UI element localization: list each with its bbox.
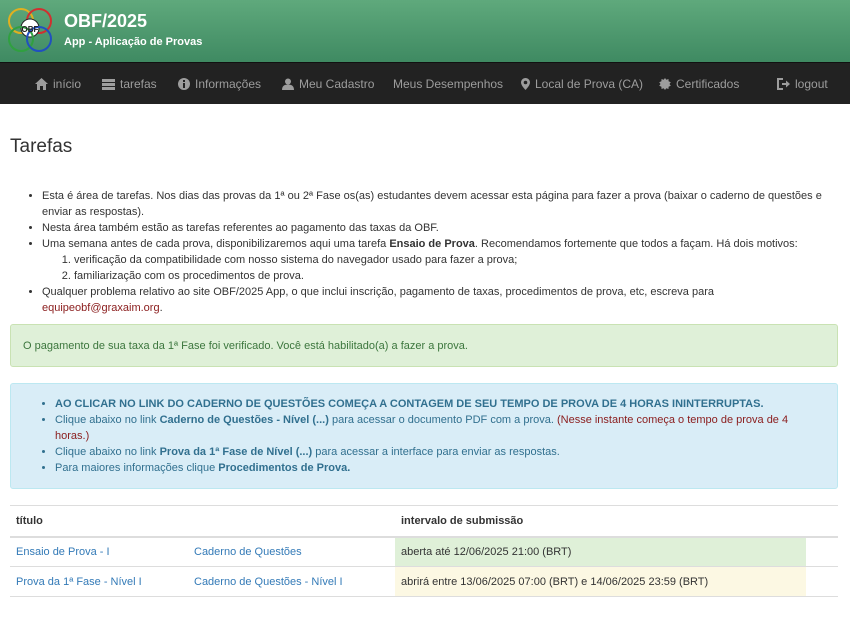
table-header-row: título intervalo de submissão — [10, 505, 838, 538]
nav-logout-label: logout — [795, 77, 828, 91]
reason-1: verificação da compatibilidade com nosso… — [74, 252, 840, 268]
table-row: Prova da 1ª Fase - Nível I Caderno de Qu… — [10, 566, 838, 597]
app-header: OBF OBF/2025 App - Aplicação de Provas — [0, 0, 850, 62]
nav-meus-desempenhos-label: Meus Desempenhos — [393, 77, 504, 91]
reason-2: familiarização com os procedimentos de p… — [74, 268, 840, 284]
nav-certificados[interactable]: Certificados — [659, 63, 739, 105]
support-email-link[interactable]: equipeobf@graxaim.org — [42, 302, 160, 314]
user-icon — [282, 78, 294, 90]
nav-certificados-label: Certificados — [676, 77, 740, 91]
intro-section: Esta é área de tarefas. Nos dias das pro… — [10, 188, 840, 316]
payment-verified-text: O pagamento de sua taxa da 1ª Fase foi v… — [23, 340, 468, 352]
instruction-caderno-post: para acessar o documento PDF com a prova… — [328, 414, 557, 426]
intro-bullet-1: Esta é área de tarefas. Nos dias das pro… — [42, 188, 840, 220]
header-extra — [806, 505, 838, 538]
list-icon — [102, 78, 115, 90]
nav-meu-cadastro-label: Meu Cadastro — [299, 77, 375, 91]
certificate-icon — [659, 78, 671, 90]
intro-bullet-3-pre: Uma semana antes de cada prova, disponib… — [42, 238, 390, 250]
nav-tarefas[interactable]: tarefas — [102, 63, 157, 105]
intro-bullet-3: Uma semana antes de cada prova, disponib… — [42, 236, 840, 284]
obf-logo: OBF — [8, 8, 52, 52]
exam-instructions-alert: AO CLICAR NO LINK DO CADERNO DE QUESTÕES… — [10, 383, 838, 489]
instruction-procedimentos: Para maiores informações clique Procedim… — [55, 460, 825, 476]
intro-bullet-3-post: . Recomendamos fortemente que todos a fa… — [474, 238, 798, 250]
main-navbar: início tarefas Informações Meu Cadastro … — [0, 62, 850, 104]
intro-bullet-4-text: Qualquer problema relativo ao site OBF/2… — [42, 286, 714, 298]
nav-local-de-prova-label: Local de Prova (CA) — [535, 77, 644, 91]
header-titulo: título — [10, 505, 188, 538]
instruction-prova-post: para acessar a interface para enviar as … — [312, 446, 560, 458]
procedimentos-link[interactable]: Procedimentos de Prova. — [218, 462, 350, 474]
header-intervalo: intervalo de submissão — [395, 505, 806, 538]
intro-bullet-2: Nesta área também estão as tarefas refer… — [42, 220, 840, 236]
task-link-ensaio[interactable]: Ensaio de Prova - I — [16, 546, 110, 558]
instruction-caderno-bold: Caderno de Questões - Nível (...) — [159, 414, 329, 426]
instruction-caderno: Clique abaixo no link Caderno de Questõe… — [55, 412, 825, 444]
app-title[interactable]: OBF/2025 — [64, 11, 147, 32]
interval-cell: abrirá entre 13/06/2025 07:00 (BRT) e 14… — [395, 566, 806, 597]
task-link-prova-fase1[interactable]: Prova da 1ª Fase - Nível I — [16, 576, 142, 588]
nav-meus-desempenhos[interactable]: Meus Desempenhos — [393, 63, 503, 105]
nav-local-de-prova[interactable]: Local de Prova (CA) — [521, 63, 643, 105]
instruction-caderno-pre: Clique abaixo no link — [55, 414, 160, 426]
header-documento — [188, 505, 395, 538]
caderno-link-ensaio[interactable]: Caderno de Questões — [194, 546, 302, 558]
email-suffix: . — [159, 302, 163, 314]
home-icon — [35, 78, 48, 90]
payment-verified-alert: O pagamento de sua taxa da 1ª Fase foi v… — [10, 324, 838, 367]
table-row: Ensaio de Prova - I Caderno de Questões … — [10, 536, 838, 567]
instruction-procedimentos-pre: Para maiores informações clique — [55, 462, 219, 474]
instruction-prova: Clique abaixo no link Prova da 1ª Fase d… — [55, 444, 825, 460]
nav-inicio-label: início — [53, 77, 82, 91]
info-icon — [178, 78, 190, 90]
nav-meu-cadastro[interactable]: Meu Cadastro — [282, 63, 374, 105]
intro-bullet-4: Qualquer problema relativo ao site OBF/2… — [42, 284, 840, 316]
svg-text:OBF: OBF — [22, 25, 39, 34]
nav-informacoes[interactable]: Informações — [178, 63, 261, 105]
interval-cell: aberta até 12/06/2025 21:00 (BRT) — [395, 536, 806, 567]
logout-icon — [777, 78, 790, 90]
page-title: Tarefas — [10, 136, 73, 157]
instruction-prova-pre: Clique abaixo no link — [55, 446, 160, 458]
nav-inicio[interactable]: início — [35, 63, 81, 105]
instruction-warning-text: AO CLICAR NO LINK DO CADERNO DE QUESTÕES… — [55, 398, 764, 410]
nav-logout[interactable]: logout — [777, 63, 828, 105]
caderno-link-prova-fase1[interactable]: Caderno de Questões - Nível I — [194, 576, 343, 588]
instruction-prova-bold: Prova da 1ª Fase de Nível (...) — [159, 446, 313, 458]
nav-tarefas-label: tarefas — [120, 77, 157, 91]
ensaio-de-prova-emphasis: Ensaio de Prova — [389, 238, 475, 250]
instruction-warning: AO CLICAR NO LINK DO CADERNO DE QUESTÕES… — [55, 396, 825, 412]
app-subtitle: App - Aplicação de Provas — [64, 36, 203, 48]
nav-informacoes-label: Informações — [195, 77, 262, 91]
tasks-table: título intervalo de submissão Ensaio de … — [10, 505, 838, 597]
map-marker-icon — [521, 78, 530, 90]
